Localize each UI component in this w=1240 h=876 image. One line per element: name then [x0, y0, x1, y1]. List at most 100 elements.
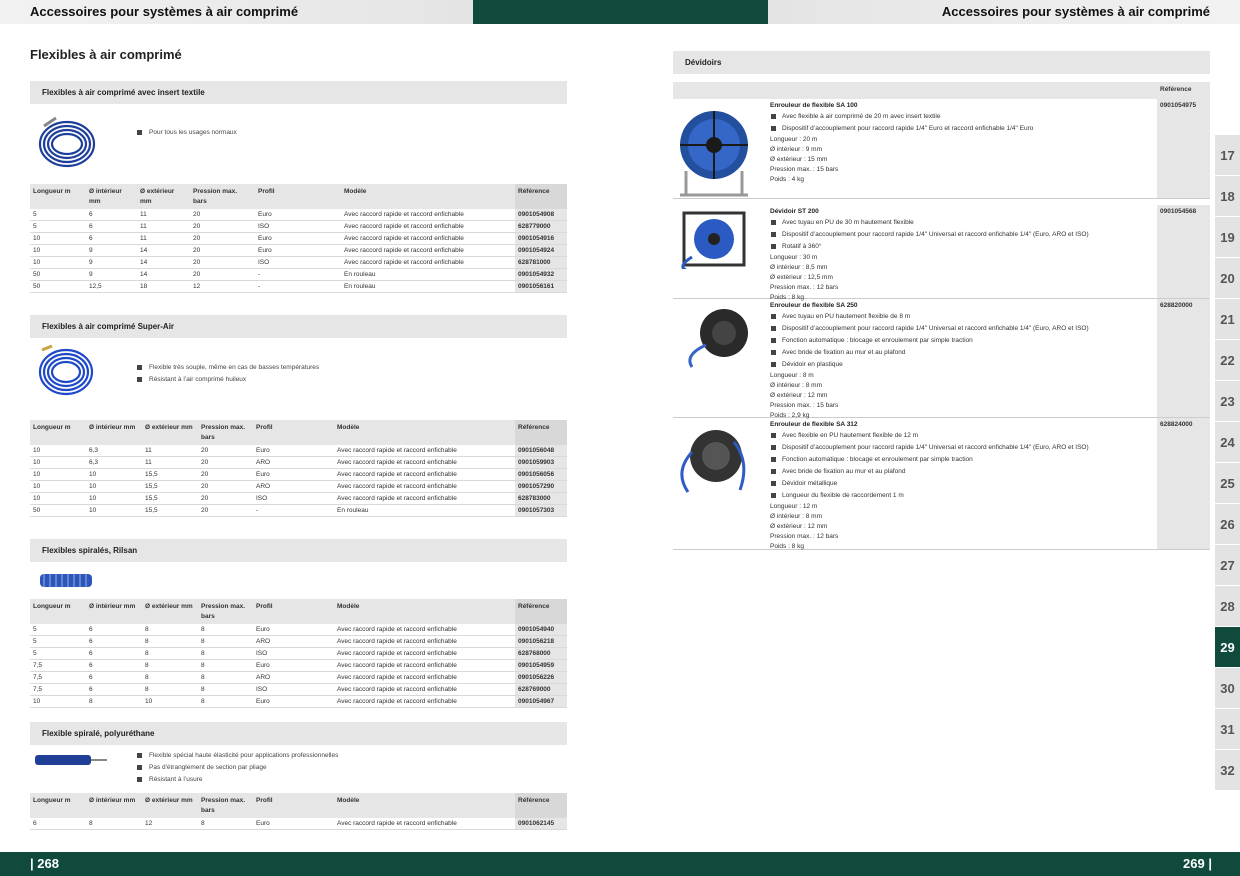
- table-cell: 50: [30, 504, 86, 518]
- col-header: Ø extérieur mm: [142, 599, 198, 624]
- page-number-right: 269 |: [1183, 856, 1212, 871]
- table-cell: Euro: [253, 445, 334, 458]
- table-cell: Avec raccord rapide et raccord enfichabl…: [334, 647, 515, 661]
- table-cell: 6: [86, 683, 142, 697]
- table-cell: 10: [30, 244, 86, 258]
- tab-chapter-30[interactable]: 30: [1215, 667, 1240, 708]
- table-cell: 11: [142, 445, 198, 458]
- table-cell: Avec raccord rapide et raccord enfichabl…: [334, 695, 515, 709]
- bullet-list: Pour tous les usages normaux: [137, 127, 237, 139]
- hose-reel-image: [680, 430, 746, 493]
- spec-line: Ø extérieur : 12 mm: [770, 392, 828, 399]
- table-cell: 20: [190, 232, 255, 246]
- table-cell: 6: [86, 232, 137, 246]
- table-row: 5 6 8 8 Euro Avec raccord rapide et raccord e…: [30, 624, 567, 637]
- table-cell: 10: [86, 492, 142, 506]
- bullet-list: Flexible très souple, même en cas de bas…: [137, 362, 319, 386]
- tab-chapter-24[interactable]: 24: [1215, 421, 1240, 462]
- reference-cell: 0901056048: [515, 445, 567, 458]
- tab-chapter-17[interactable]: 17: [1215, 134, 1240, 175]
- table-cell: 11: [137, 209, 190, 222]
- tab-chapter-26[interactable]: 26: [1215, 503, 1240, 544]
- table-cell: 10: [30, 232, 86, 246]
- col-header: Ø extérieur mm: [142, 793, 198, 818]
- spec-line: Ø extérieur : 15 mm: [770, 156, 828, 163]
- header-bar: Accessoires pour systèmes à air comprimé…: [0, 0, 1240, 24]
- tab-chapter-21[interactable]: 21: [1215, 298, 1240, 339]
- table-cell: 8: [198, 683, 253, 697]
- reference-cell: 628768000: [515, 647, 567, 661]
- table-cell: Avec raccord rapide et raccord enfichabl…: [334, 456, 515, 470]
- tab-chapter-19[interactable]: 19: [1215, 216, 1240, 257]
- table-cell: Euro: [253, 695, 334, 709]
- tab-chapter-22[interactable]: 22: [1215, 339, 1240, 380]
- col-header: Ø intérieur mm: [86, 184, 137, 209]
- table-polyurethane: Longueur mØ intérieur mm Ø extérieur mm Pr…: [30, 793, 567, 831]
- header-accent: [473, 0, 768, 24]
- tab-chapter-20[interactable]: 20: [1215, 257, 1240, 298]
- table-cell: -: [255, 268, 341, 282]
- tab-chapter-29[interactable]: 29: [1215, 626, 1240, 667]
- spec-line: Longueur : 12 m: [770, 503, 818, 510]
- table-cell: ARO: [253, 671, 334, 685]
- table-cell: Euro: [253, 468, 334, 482]
- table-cell: 8: [198, 818, 253, 831]
- table-cell: 10: [30, 480, 86, 494]
- product-name: Enrouleur de flexible SA 100: [770, 102, 858, 109]
- table-cell: 14: [137, 256, 190, 270]
- table-cell: Avec raccord rapide et raccord enfichabl…: [334, 480, 515, 494]
- table-cell: 50: [30, 268, 86, 282]
- reference-cell: 628779000: [515, 220, 567, 234]
- table-cell: 8: [142, 683, 198, 697]
- table-cell: ISO: [253, 492, 334, 506]
- spec-line: Pression max. : 15 bars: [770, 402, 839, 409]
- spec-line: Ø extérieur : 12 mm: [770, 523, 828, 530]
- table-cell: Avec raccord rapide et raccord enfichabl…: [334, 445, 515, 458]
- bullet-item: Dispositif d’accouplement pour raccord r…: [770, 323, 1089, 335]
- table-cell: 8: [142, 635, 198, 649]
- col-header: Longueur m: [30, 420, 86, 445]
- table-cell: 5: [30, 624, 86, 637]
- tab-chapter-18[interactable]: 18: [1215, 175, 1240, 216]
- hose-reel-image: [688, 309, 748, 368]
- product-reference: 628820000: [1157, 299, 1210, 417]
- spec-line: Pression max. : 15 bars: [770, 166, 839, 173]
- product-description: Enrouleur de flexible SA 100 Avec flexib…: [770, 101, 1033, 185]
- reference-cell: 0901054924: [515, 244, 567, 258]
- table-cell: 8: [86, 818, 142, 831]
- table-cell: Euro: [253, 624, 334, 637]
- table-row: 10 6,3 11 20 Euro Avec raccord rapide et racc…: [30, 445, 567, 458]
- table-cell: Avec raccord rapide et raccord enfichabl…: [334, 492, 515, 506]
- product-item: 0901054568 Dévidoir ST 200 Avec tuyau en…: [673, 205, 1210, 301]
- table-cell: 5: [30, 209, 86, 222]
- table-row: 5 6 8 8 ISO Avec raccord rapide et raccord en…: [30, 647, 567, 661]
- bullet-item: Avec flexible à air comprimé de 20 m ave…: [770, 111, 1033, 123]
- section-super-air: Flexibles à air comprimé Super-Air: [30, 315, 567, 338]
- table-cell: Avec raccord rapide et raccord enfichabl…: [334, 818, 515, 831]
- table-cell: Avec raccord rapide et raccord enfichabl…: [334, 635, 515, 649]
- reference-cell: 0901059903: [515, 456, 567, 470]
- tab-chapter-32[interactable]: 32: [1215, 749, 1240, 790]
- tab-chapter-31[interactable]: 31: [1215, 708, 1240, 749]
- reference-cell: 628781000: [515, 256, 567, 270]
- tab-chapter-25[interactable]: 25: [1215, 462, 1240, 503]
- reference-label: Référence: [1160, 86, 1192, 93]
- reference-cell: 0901057290: [515, 480, 567, 494]
- table-cell: 7,5: [30, 683, 86, 697]
- bullet-item: Pas d'étranglement de section par pliage: [137, 762, 338, 774]
- table-cell: 9: [86, 244, 137, 258]
- table-cell: 12,5: [86, 280, 137, 294]
- bullet-item: Résistant à l’usure: [137, 774, 338, 786]
- tab-chapter-27[interactable]: 27: [1215, 544, 1240, 585]
- product-name: Dévidoir ST 200: [770, 208, 819, 215]
- table-cell: ARO: [253, 456, 334, 470]
- tab-chapter-23[interactable]: 23: [1215, 380, 1240, 421]
- table-row: 50 12,5 18 12- En rouleau 0901056161: [30, 280, 567, 294]
- table-cell: 5: [30, 647, 86, 661]
- tab-chapter-28[interactable]: 28: [1215, 585, 1240, 626]
- col-header: Ø intérieur mm: [86, 793, 142, 818]
- reference-cell: 0901056161: [515, 280, 567, 294]
- bullet-item: Dispositif d’accouplement pour raccord r…: [770, 123, 1033, 135]
- table-cell: 18: [137, 280, 190, 294]
- table-cell: 20: [190, 220, 255, 234]
